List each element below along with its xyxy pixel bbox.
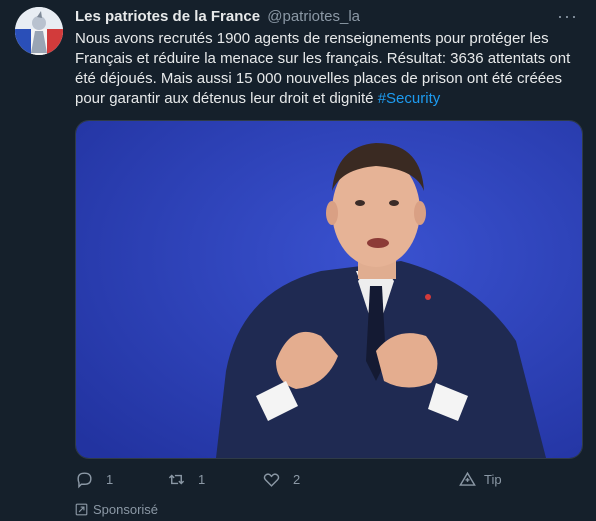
- tip-icon: [459, 471, 476, 486]
- like-button[interactable]: 2: [262, 470, 300, 489]
- promoted-text: Sponsorisé: [93, 502, 159, 517]
- tweet-text: Nous avons recrutés 1900 agents de rense…: [75, 29, 585, 109]
- tip-button[interactable]: Tip: [458, 470, 502, 489]
- heart-icon: [263, 473, 280, 487]
- retweet-icon: [168, 474, 185, 485]
- user-handle[interactable]: @patriotes_la: [267, 8, 360, 25]
- tweet-media-image[interactable]: [75, 120, 583, 459]
- retweet-count: 1: [198, 472, 206, 487]
- display-name[interactable]: Les patriotes de la France: [75, 8, 260, 25]
- retweet-button[interactable]: 1: [167, 470, 205, 489]
- reply-icon: [77, 472, 92, 489]
- photo-of-speaker-gesturing: [76, 121, 582, 458]
- tip-label: Tip: [484, 472, 502, 487]
- promoted-label[interactable]: Sponsorisé: [75, 502, 158, 517]
- avatar[interactable]: [15, 7, 63, 55]
- tweet-card[interactable]: Les patriotes de la France @patriotes_la…: [0, 0, 596, 521]
- hashtag-link[interactable]: #Security: [378, 90, 441, 107]
- promoted-icon: [75, 503, 88, 516]
- avatar-image: [15, 7, 63, 55]
- more-options-icon[interactable]: ···: [557, 6, 578, 27]
- tweet-header: Les patriotes de la France @patriotes_la: [75, 7, 360, 27]
- like-count: 2: [293, 472, 301, 487]
- tweet-actions: 1 1 2 Tip: [75, 470, 535, 492]
- reply-count: 1: [106, 472, 114, 487]
- tweet-text-body: Nous avons recrutés 1900 agents de rense…: [75, 30, 571, 107]
- reply-button[interactable]: 1: [75, 470, 113, 489]
